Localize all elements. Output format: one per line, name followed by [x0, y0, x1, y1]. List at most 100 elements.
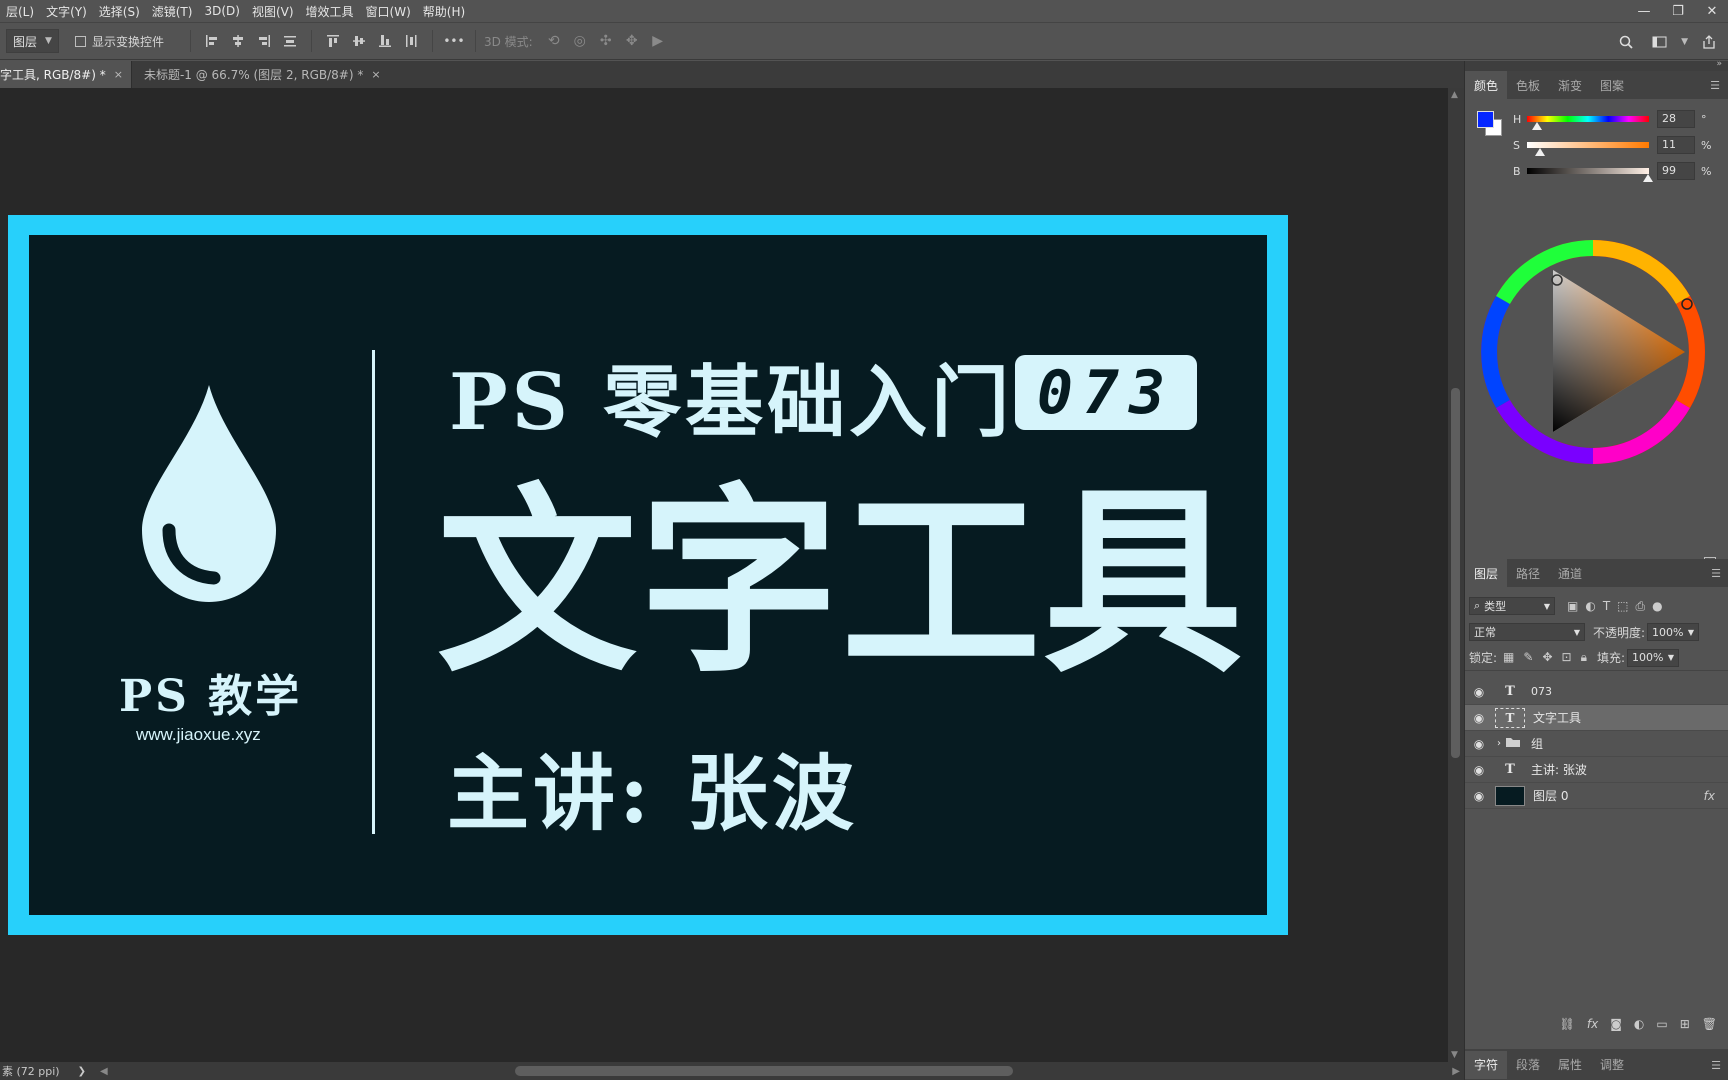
brightness-slider-knob[interactable]	[1642, 174, 1653, 182]
menu-view[interactable]: 视图(V)	[246, 3, 300, 20]
close-window-button[interactable]: ✕	[1702, 4, 1722, 19]
scroll-down-icon[interactable]: ▼	[1451, 1050, 1458, 1060]
menu-layer[interactable]: 层(L)	[0, 3, 40, 20]
new-group-icon[interactable]: ▭	[1656, 1017, 1667, 1031]
menu-type[interactable]: 文字(Y)	[40, 3, 93, 20]
vertical-scroll-thumb[interactable]	[1451, 388, 1460, 758]
hue-value[interactable]: 28	[1657, 110, 1695, 128]
brightness-value[interactable]: 99	[1657, 162, 1695, 180]
filter-type-icon[interactable]: T	[1603, 599, 1610, 614]
more-options-icon[interactable]: •••	[441, 29, 467, 53]
align-middle-v-icon[interactable]	[346, 29, 372, 53]
align-bottom-icon[interactable]	[372, 29, 398, 53]
horizontal-scroll-thumb[interactable]	[515, 1066, 1013, 1076]
visibility-eye-icon[interactable]: ◉	[1465, 763, 1493, 777]
new-layer-icon[interactable]: ⊞	[1680, 1017, 1690, 1031]
tab-paragraph[interactable]: 段落	[1507, 1051, 1549, 1079]
menu-plugins[interactable]: 增效工具	[300, 3, 360, 20]
menu-3d[interactable]: 3D(D)	[198, 4, 245, 18]
pan-3d-icon[interactable]: ✣	[593, 29, 619, 53]
visibility-eye-icon[interactable]: ◉	[1465, 685, 1493, 699]
close-tab-icon[interactable]: ×	[114, 68, 123, 81]
document-tab-active[interactable]: 字工具, RGB/8#) * ×	[0, 61, 131, 88]
orbit-3d-icon[interactable]: ⟲	[541, 29, 567, 53]
opacity-field[interactable]: 100% ▼	[1647, 623, 1700, 641]
document-tab[interactable]: 未标题-1 @ 66.7% (图层 2, RGB/8#) * ×	[130, 61, 389, 88]
layer-row[interactable]: ◉ T 主讲: 张波	[1465, 757, 1728, 783]
lock-image-icon[interactable]: ✎	[1523, 650, 1533, 665]
menu-select[interactable]: 选择(S)	[93, 3, 146, 20]
color-wheel[interactable]	[1477, 234, 1717, 474]
layer-row[interactable]: ◉ 图层 0 fx	[1465, 783, 1728, 809]
close-tab-icon[interactable]: ×	[371, 68, 380, 81]
scale-3d-icon[interactable]: ▶	[645, 29, 671, 53]
tab-character[interactable]: 字符	[1465, 1050, 1508, 1079]
auto-select-dropdown[interactable]: 图层 ▼	[6, 29, 59, 53]
tab-adjustments[interactable]: 调整	[1591, 1051, 1633, 1079]
menu-window[interactable]: 窗口(W)	[360, 3, 417, 20]
chevron-down-icon[interactable]: ▼	[1681, 37, 1688, 47]
brightness-slider[interactable]	[1527, 168, 1653, 182]
panel-menu-icon[interactable]: ☰	[1710, 79, 1720, 92]
vertical-scrollbar[interactable]: ▲ ▼	[1448, 88, 1464, 1062]
show-transform-checkbox[interactable]	[74, 35, 86, 47]
fill-field[interactable]: 100% ▼	[1627, 648, 1680, 667]
align-center-h-icon[interactable]	[225, 29, 251, 53]
panel-menu-icon[interactable]: ☰	[1711, 567, 1721, 580]
align-left-icon[interactable]	[199, 29, 225, 53]
saturation-slider[interactable]	[1527, 142, 1649, 156]
filter-toggle-icon[interactable]: ●	[1652, 599, 1662, 614]
expand-group-icon[interactable]: ›	[1493, 738, 1505, 749]
filter-shape-icon[interactable]: ⬚	[1617, 599, 1628, 614]
lock-position-icon[interactable]: ✥	[1542, 650, 1552, 665]
visibility-eye-icon[interactable]: ◉	[1465, 711, 1493, 725]
saturation-slider-knob[interactable]	[1535, 148, 1546, 156]
tab-patterns[interactable]: 图案	[1591, 71, 1633, 99]
panel-menu-icon[interactable]: ☰	[1711, 1059, 1721, 1072]
distribute-v-icon[interactable]	[398, 29, 424, 53]
hue-slider-knob[interactable]	[1531, 122, 1542, 130]
tab-properties[interactable]: 属性	[1549, 1051, 1591, 1079]
layer-row[interactable]: ◉ T 073	[1465, 679, 1728, 705]
lock-transparent-icon[interactable]: ▦	[1503, 650, 1514, 665]
scroll-right-icon[interactable]: ▶	[1452, 1066, 1460, 1077]
scroll-left-icon[interactable]: ◀	[100, 1066, 108, 1077]
share-icon[interactable]	[1696, 30, 1722, 54]
layer-row-selected[interactable]: ◉ T 文字工具	[1465, 705, 1728, 731]
slide-3d-icon[interactable]: ✥	[619, 29, 645, 53]
add-style-icon[interactable]: fx	[1587, 1017, 1598, 1031]
align-top-icon[interactable]	[320, 29, 346, 53]
restore-button[interactable]: ❐	[1668, 4, 1688, 19]
visibility-eye-icon[interactable]: ◉	[1465, 789, 1493, 803]
foreground-color-swatch[interactable]	[1477, 111, 1494, 128]
lock-all-icon[interactable]: 🔒︎	[1581, 650, 1587, 665]
roll-3d-icon[interactable]: ◎	[567, 29, 593, 53]
add-mask-icon[interactable]: ◙	[1610, 1017, 1622, 1031]
tab-gradients[interactable]: 渐变	[1549, 71, 1591, 99]
layer-filter-dropdown[interactable]: ⌕ 类型 ▼	[1469, 597, 1555, 615]
tab-swatches[interactable]: 色板	[1507, 71, 1549, 99]
distribute-icon[interactable]	[277, 29, 303, 53]
filter-adjustment-icon[interactable]: ◐	[1585, 599, 1595, 614]
filter-pixel-icon[interactable]: ▣	[1567, 599, 1578, 614]
layer-row[interactable]: ◉ › 组	[1465, 731, 1728, 757]
show-transform-controls[interactable]: 显示变换控件	[74, 33, 164, 50]
delete-layer-icon[interactable]: 🗑︎	[1702, 1017, 1717, 1031]
panel-collapse-bar[interactable]: »	[1465, 59, 1728, 71]
search-icon[interactable]	[1613, 30, 1639, 54]
link-layers-icon[interactable]: ⛓	[1560, 1017, 1575, 1031]
canvas-area[interactable]: PS 教学 www.jiaoxue.xyz PS 零基础入门 073 文字工具 …	[0, 88, 1448, 1062]
saturation-value[interactable]: 11	[1657, 136, 1695, 154]
lock-artboard-icon[interactable]: ⊡	[1562, 650, 1572, 665]
blend-mode-dropdown[interactable]: 正常 ▼	[1469, 623, 1585, 641]
new-adjustment-icon[interactable]: ◐	[1634, 1017, 1644, 1031]
collapse-panels-icon[interactable]: »	[1716, 59, 1722, 69]
visibility-eye-icon[interactable]: ◉	[1465, 737, 1493, 751]
align-right-icon[interactable]	[251, 29, 277, 53]
scroll-up-icon[interactable]: ▲	[1451, 90, 1458, 100]
tab-layers[interactable]: 图层	[1465, 559, 1508, 587]
menu-filter[interactable]: 滤镜(T)	[146, 3, 199, 20]
minimize-button[interactable]: —	[1634, 4, 1654, 19]
filter-smart-object-icon[interactable]: ⎙	[1636, 599, 1646, 614]
tab-color[interactable]: 颜色	[1465, 71, 1508, 99]
